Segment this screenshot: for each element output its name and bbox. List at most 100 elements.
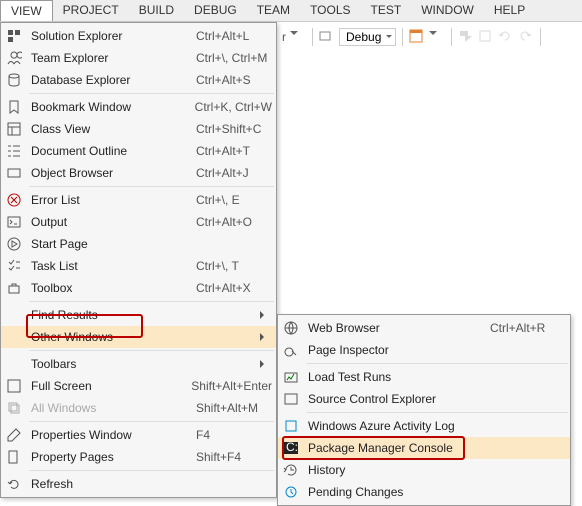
error-icon: [5, 192, 23, 208]
nav-icon[interactable]: [458, 29, 474, 45]
view-menu-item-toolbox[interactable]: ToolboxCtrl+Alt+X: [1, 277, 276, 299]
submenu-item-history[interactable]: History: [278, 459, 570, 481]
menu-item-label: Start Page: [31, 237, 196, 251]
menu-separator: [306, 363, 568, 364]
menu-item-label: Properties Window: [31, 428, 196, 442]
allwin-icon: [5, 400, 23, 416]
full-icon: [5, 378, 23, 394]
menu-item-label: Solution Explorer: [31, 29, 196, 43]
view-menu-dropdown: Solution ExplorerCtrl+Alt+LTeam Explorer…: [0, 22, 277, 498]
db-icon: [5, 72, 23, 88]
menu-item-label: All Windows: [31, 401, 196, 415]
menu-item-label: Toolbars: [31, 357, 196, 371]
view-menu-item-other-windows[interactable]: Other Windows: [1, 326, 276, 348]
menubar-item-build[interactable]: BUILD: [129, 0, 184, 21]
menubar-item-window[interactable]: WINDOW: [411, 0, 484, 21]
menu-item-shortcut: Shift+F4: [196, 450, 272, 464]
toolbar-text: r: [282, 30, 286, 44]
submenu-arrow-icon: [260, 360, 268, 368]
menu-item-label: Database Explorer: [31, 73, 196, 87]
view-menu-item-property-pages[interactable]: Property PagesShift+F4: [1, 446, 276, 468]
object-icon: [5, 165, 23, 181]
nav-icon[interactable]: [478, 29, 494, 45]
view-menu-item-database-explorer[interactable]: Database ExplorerCtrl+Alt+S: [1, 69, 276, 91]
menu-item-shortcut: Shift+Alt+M: [196, 401, 272, 415]
browser-icon[interactable]: [409, 29, 425, 45]
view-menu-item-solution-explorer[interactable]: Solution ExplorerCtrl+Alt+L: [1, 25, 276, 47]
task-icon: [5, 258, 23, 274]
submenu-item-source-control-explorer[interactable]: Source Control Explorer: [278, 388, 570, 410]
redo-icon[interactable]: [518, 29, 534, 45]
history-icon: [282, 462, 300, 478]
other-windows-submenu: Web BrowserCtrl+Alt+RPage Inspector Load …: [277, 314, 571, 506]
blank-icon: [5, 329, 23, 345]
inspect-icon: [282, 342, 300, 358]
view-menu-item-document-outline[interactable]: Document OutlineCtrl+Alt+T: [1, 140, 276, 162]
view-menu-item-error-list[interactable]: Error ListCtrl+\, E: [1, 189, 276, 211]
view-menu-item-start-page[interactable]: Start Page: [1, 233, 276, 255]
pages-icon: [5, 449, 23, 465]
menu-item-shortcut: Ctrl+\, T: [196, 259, 272, 273]
toolbox-icon: [5, 280, 23, 296]
menu-item-label: Object Browser: [31, 166, 196, 180]
output-icon: [5, 214, 23, 230]
view-menu-item-toolbars[interactable]: Toolbars: [1, 353, 276, 375]
submenu-item-pending-changes[interactable]: Pending Changes: [278, 481, 570, 503]
submenu-item-load-test-runs[interactable]: Load Test Runs: [278, 366, 570, 388]
menubar: VIEWPROJECTBUILDDEBUGTEAMTOOLSTESTWINDOW…: [0, 0, 582, 22]
view-menu-item-bookmark-window[interactable]: Bookmark WindowCtrl+K, Ctrl+W: [1, 96, 276, 118]
menubar-item-debug[interactable]: DEBUG: [184, 0, 247, 21]
menubar-item-team[interactable]: TEAM: [247, 0, 300, 21]
menubar-item-help[interactable]: HELP: [484, 0, 535, 21]
view-menu-item-properties-window[interactable]: Properties WindowF4: [1, 424, 276, 446]
menubar-item-tools[interactable]: TOOLS: [300, 0, 360, 21]
menu-separator: [29, 93, 274, 94]
menu-item-label: Error List: [31, 193, 196, 207]
view-menu-item-all-windows: All WindowsShift+Alt+M: [1, 397, 276, 419]
menu-item-label: History: [308, 463, 490, 477]
menubar-item-test[interactable]: TEST: [361, 0, 412, 21]
svg-text:C:\: C:\: [286, 440, 299, 454]
view-menu-item-find-results[interactable]: Find Results: [1, 304, 276, 326]
menu-item-shortcut: Ctrl+Alt+O: [196, 215, 272, 229]
view-menu-item-full-screen[interactable]: Full ScreenShift+Alt+Enter: [1, 375, 276, 397]
menu-item-shortcut: Ctrl+Alt+S: [196, 73, 272, 87]
menu-item-label: Refresh: [31, 477, 196, 491]
view-menu-item-refresh[interactable]: Refresh: [1, 473, 276, 495]
config-dropdown[interactable]: Debug: [339, 28, 396, 46]
source-icon: [282, 391, 300, 407]
menubar-item-project[interactable]: PROJECT: [53, 0, 129, 21]
menu-item-label: Source Control Explorer: [308, 392, 490, 406]
submenu-item-package-manager-console[interactable]: C:\Package Manager Console: [278, 437, 570, 459]
menu-item-shortcut: Ctrl+Alt+J: [196, 166, 272, 180]
menu-separator: [306, 412, 568, 413]
menubar-item-view[interactable]: VIEW: [0, 0, 53, 21]
separator: [540, 28, 541, 46]
menu-item-label: Class View: [31, 122, 196, 136]
view-menu-item-task-list[interactable]: Task ListCtrl+\, T: [1, 255, 276, 277]
view-menu-item-class-view[interactable]: Class ViewCtrl+Shift+C: [1, 118, 276, 140]
dropdown-icon[interactable]: [290, 29, 306, 45]
menu-item-shortcut: Shift+Alt+Enter: [191, 379, 272, 393]
config-icon: [319, 29, 335, 45]
menu-separator: [29, 470, 274, 471]
submenu-item-page-inspector[interactable]: Page Inspector: [278, 339, 570, 361]
menu-item-label: Pending Changes: [308, 485, 490, 499]
menu-item-label: Bookmark Window: [31, 100, 195, 114]
submenu-item-windows-azure-activity-log[interactable]: Windows Azure Activity Log: [278, 415, 570, 437]
view-menu-item-output[interactable]: OutputCtrl+Alt+O: [1, 211, 276, 233]
outline-icon: [5, 143, 23, 159]
menu-separator: [29, 350, 274, 351]
menu-item-shortcut: F4: [196, 428, 272, 442]
toolbar: r Debug: [278, 23, 582, 51]
view-menu-item-team-explorer[interactable]: Team ExplorerCtrl+\, Ctrl+M: [1, 47, 276, 69]
menu-item-shortcut: Ctrl+Alt+L: [196, 29, 272, 43]
separator: [402, 28, 403, 46]
start-icon: [5, 236, 23, 252]
menu-separator: [29, 186, 274, 187]
dropdown-icon[interactable]: [429, 29, 445, 45]
submenu-item-web-browser[interactable]: Web BrowserCtrl+Alt+R: [278, 317, 570, 339]
view-menu-item-object-browser[interactable]: Object BrowserCtrl+Alt+J: [1, 162, 276, 184]
submenu-arrow-icon: [260, 333, 268, 341]
undo-icon[interactable]: [498, 29, 514, 45]
